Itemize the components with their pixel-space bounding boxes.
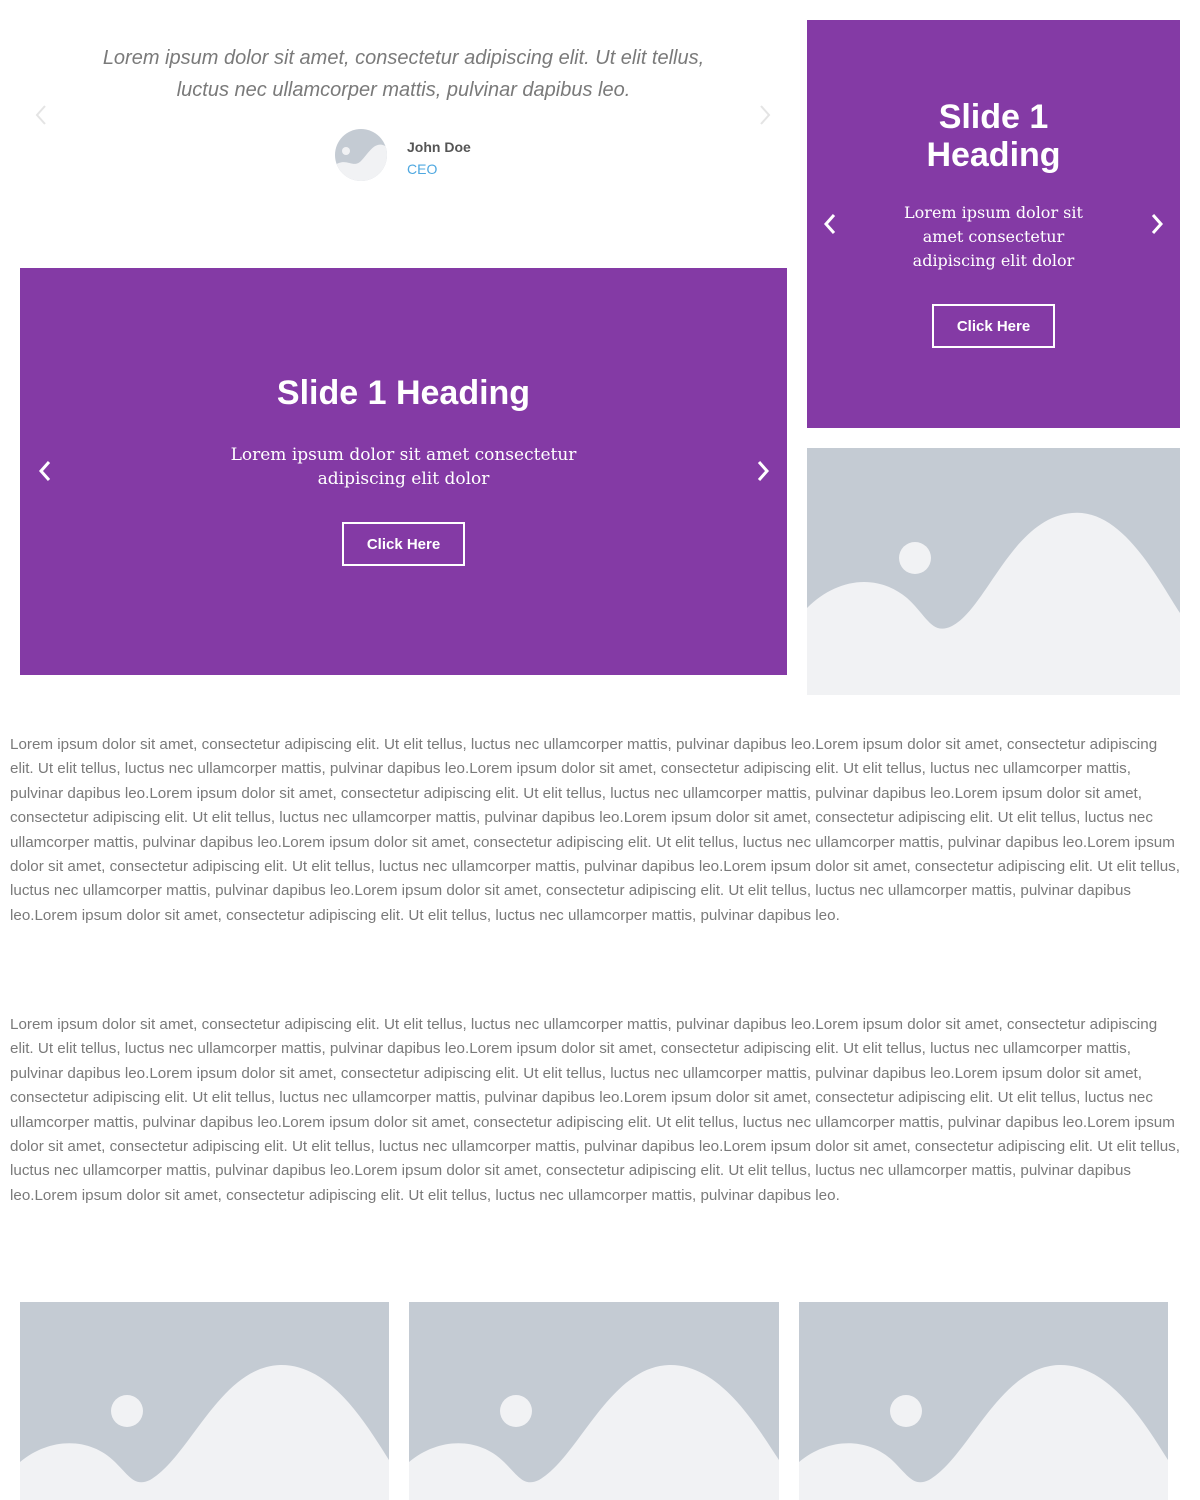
testimonial-quote: Lorem ipsum dolor sit amet, consectetur … bbox=[102, 47, 705, 101]
testimonial-author: John Doe CEO bbox=[335, 129, 535, 181]
author-name: John Doe bbox=[407, 139, 471, 155]
image-placeholder-icon bbox=[799, 1302, 1168, 1500]
image-placeholder-icon bbox=[20, 1302, 389, 1500]
chevron-left-icon[interactable] bbox=[821, 211, 839, 237]
click-here-button[interactable]: Click Here bbox=[932, 304, 1055, 348]
slide-heading: Slide 1 Heading bbox=[276, 374, 531, 412]
image-placeholder-icon bbox=[807, 448, 1180, 695]
slide-wide: Slide 1 Heading Lorem ipsum dolor sit am… bbox=[20, 268, 787, 675]
chevron-left-icon[interactable] bbox=[36, 458, 54, 484]
click-here-button[interactable]: Click Here bbox=[342, 522, 465, 566]
author-role: CEO bbox=[407, 161, 438, 177]
body-paragraph: Lorem ipsum dolor sit amet, consectetur … bbox=[10, 736, 1180, 924]
slide-description: Lorem ipsum dolor sit amet consectetur a… bbox=[230, 445, 577, 489]
slide-heading: Slide 1 Heading bbox=[926, 98, 1061, 174]
chevron-right-icon[interactable] bbox=[754, 458, 772, 484]
body-paragraph: Lorem ipsum dolor sit amet, consectetur … bbox=[10, 1016, 1180, 1204]
avatar bbox=[335, 129, 387, 181]
chevron-right-icon[interactable] bbox=[758, 104, 772, 126]
testimonial-carousel: Lorem ipsum dolor sit amet, consectetur … bbox=[20, 20, 787, 248]
slide-description: Lorem ipsum dolor sit amet consectetur a… bbox=[904, 203, 1083, 270]
image-placeholder-icon bbox=[409, 1302, 779, 1500]
chevron-left-icon[interactable] bbox=[34, 104, 48, 126]
slide-narrow: Slide 1 Heading Lorem ipsum dolor sit am… bbox=[807, 20, 1180, 428]
chevron-right-icon[interactable] bbox=[1148, 211, 1166, 237]
